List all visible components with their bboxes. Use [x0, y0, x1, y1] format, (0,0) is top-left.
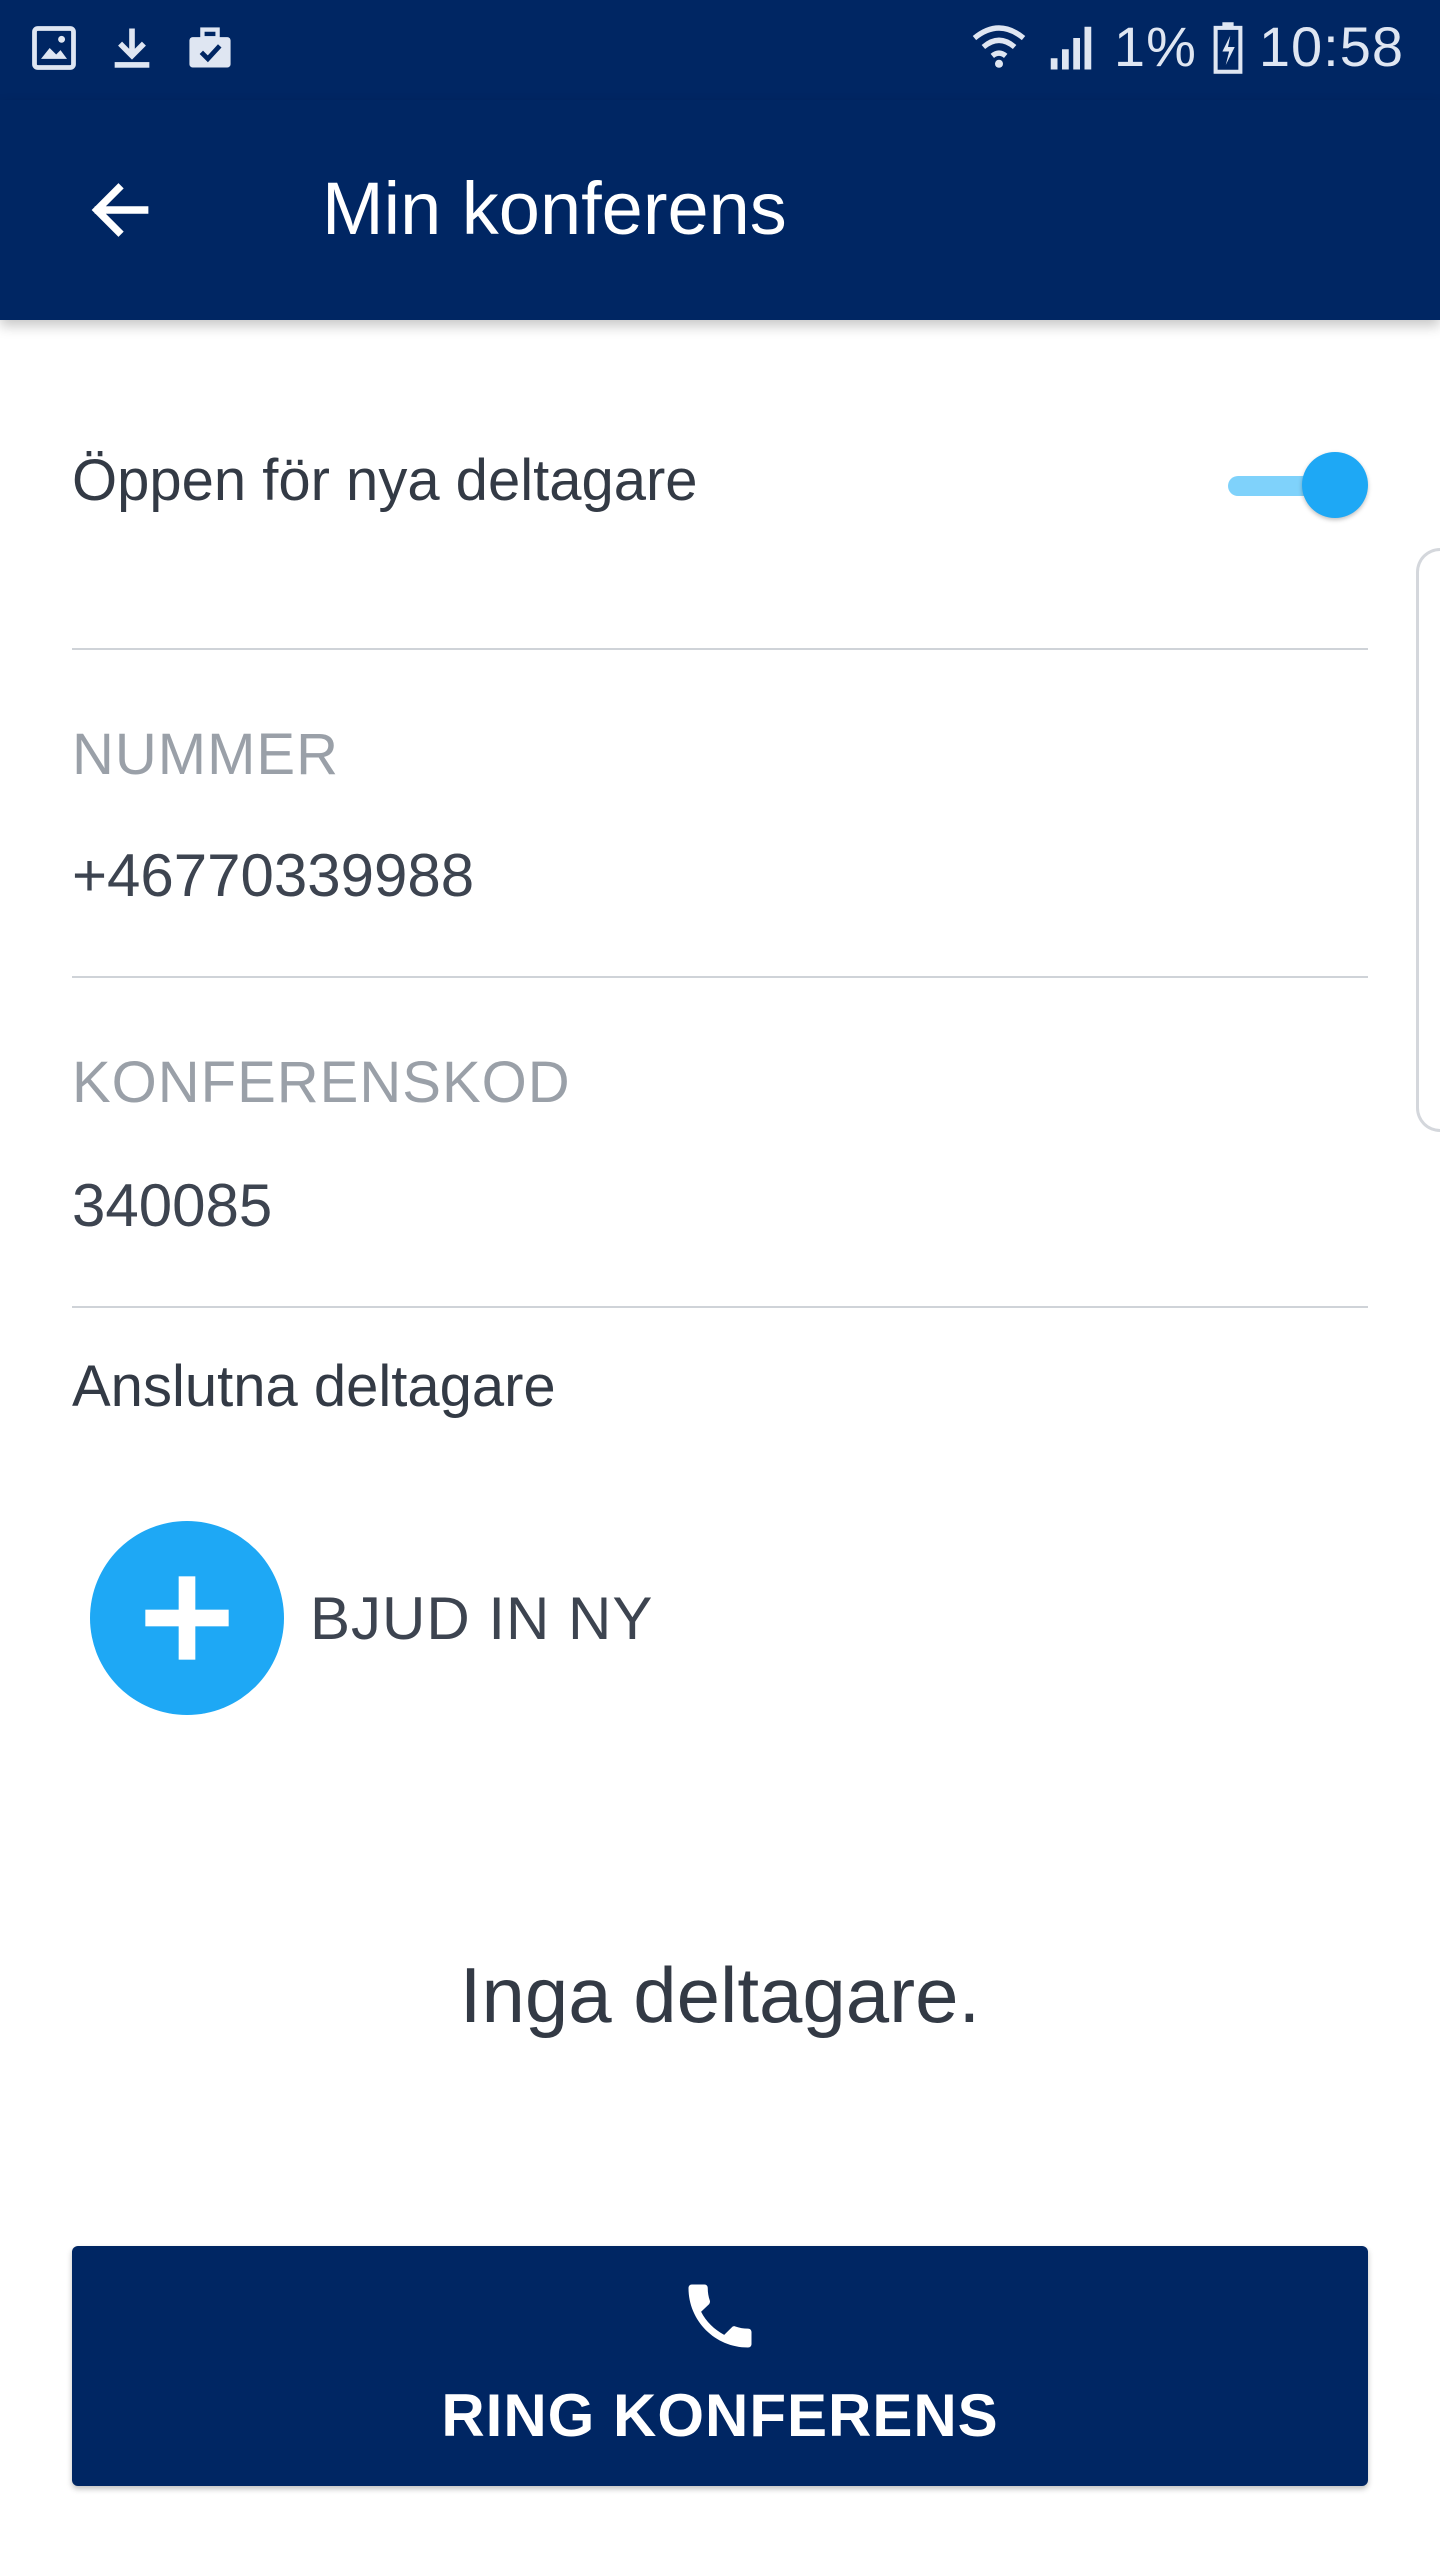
number-label: NUMMER — [72, 722, 339, 787]
battery-charging-icon — [1213, 21, 1243, 74]
open-for-participants-row: Öppen för nya deltagare — [72, 420, 1368, 550]
system-indicators: 1% 10:58 — [970, 14, 1404, 79]
call-conference-button[interactable]: RING KONFERENS — [72, 2246, 1368, 2486]
conference-code-value[interactable]: 340085 — [72, 1170, 272, 1242]
invite-new-label: BJUD IN NY — [310, 1584, 654, 1652]
no-participants-message: Inga deltagare. — [459, 1951, 981, 2039]
divider — [72, 976, 1368, 978]
image-notification-icon — [32, 26, 76, 70]
briefcase-check-icon — [189, 27, 231, 68]
edge-panel-handle[interactable] — [1416, 548, 1440, 1132]
arrow-left-icon — [91, 183, 149, 237]
cellular-signal-icon — [1050, 26, 1092, 69]
download-icon — [114, 28, 150, 68]
divider — [72, 648, 1368, 650]
conference-code-label: KONFERENSKOD — [72, 1050, 571, 1115]
open-for-participants-switch[interactable] — [1228, 452, 1368, 520]
divider — [72, 1306, 1368, 1308]
invite-new-button[interactable]: BJUD IN NY — [90, 1520, 653, 1716]
connected-participants-title: Anslutna deltagare — [72, 1354, 556, 1419]
notification-icons — [28, 22, 236, 74]
wifi-icon — [972, 24, 1026, 68]
screen: 1% 10:58 Min konferens Öppen för nya del… — [0, 0, 1440, 2560]
page-title: Min konferens — [322, 167, 787, 250]
plus-icon — [145, 1576, 229, 1660]
invite-add-circle[interactable] — [90, 1521, 284, 1715]
phone-icon — [688, 2284, 752, 2348]
call-conference-label: RING KONFERENS — [441, 2382, 999, 2449]
switch-thumb — [1302, 452, 1368, 518]
app-bar: Min konferens — [0, 100, 1440, 320]
number-value[interactable]: +46770339988 — [72, 840, 474, 912]
battery-percent: 1% — [1113, 15, 1197, 78]
back-button[interactable] — [70, 160, 170, 260]
clock: 10:58 — [1258, 15, 1404, 78]
open-for-participants-label: Öppen för nya deltagare — [72, 448, 698, 513]
status-bar: 1% 10:58 — [0, 0, 1440, 100]
